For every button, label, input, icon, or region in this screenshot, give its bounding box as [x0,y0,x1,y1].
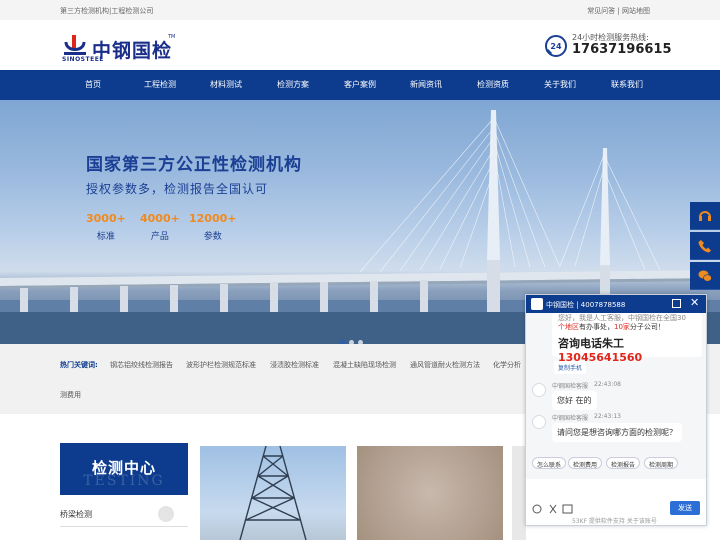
intro-end: 分子公司！ [629,323,665,331]
chat-logo-icon [531,298,543,310]
site-tagline: 第三方检测机构|工程检测公司 [60,7,154,15]
intro-line-2: 个地区有办事处，10家分子公司！ [558,322,665,332]
chat-bubble: 请问您是想咨询哪方面的检测呢？ [552,423,682,442]
float-service-button[interactable] [690,202,720,230]
nav-item-engineering[interactable]: 工程检测 [125,79,195,90]
nav-item-contact[interactable]: 联系我们 [592,79,662,90]
stat-value: 12000+ [189,212,237,225]
hot-keywords-label: 热门关键词: [60,361,98,369]
testing-center-header: TESTING 检测中心 [60,443,188,495]
nav-item-news[interactable]: 新闻资讯 [391,79,461,90]
float-wechat-button[interactable] [690,262,720,290]
intro-mid: 有办事处， [579,323,614,331]
keyword-link[interactable]: 测费用 [60,390,81,400]
logo-mark-icon [64,35,86,55]
maximize-icon[interactable] [672,299,681,308]
chat-bubble: 您好 在的 [552,391,597,410]
file-icon[interactable] [562,504,573,514]
chat-header[interactable]: 中钢国检 | 4007878588 ✕ [526,295,706,313]
keyword-link[interactable]: 通风管道耐火检测方法 [410,360,480,370]
chat-message-text: 您好 在的 [557,396,592,405]
agent-name: 中钢国检客服 [552,415,589,422]
agent-name: 中钢国检客服 [552,383,589,390]
consult-line: 咨询电话朱工13045641560 [558,335,702,364]
float-phone-button[interactable] [690,232,720,260]
stat-value: 3000+ [86,212,126,225]
hotline-number[interactable]: 17637196615 [572,42,672,57]
main-nav: 首页 工程检测 材料测试 检测方案 客户案例 新闻资讯 检测资质 关于我们 联系… [0,70,720,100]
chat-tool-icons [532,504,573,514]
carousel-dots [340,330,367,344]
nav-item-materials[interactable]: 材料测试 [191,79,261,90]
banner-title: 国家第三方公正性检测机构 [86,155,302,175]
testing-center: TESTING 检测中心 桥梁检测 [60,443,188,540]
quick-reply[interactable]: 怎么联系 [532,457,567,469]
stat-standards: 3000+ 标准 [86,212,126,242]
intro-red-b: 10家 [614,323,630,331]
stat-label: 参数 [203,232,222,242]
keyword-link[interactable]: 波形护栏检测规范标准 [186,360,256,370]
chat-widget[interactable]: 中钢国检 | 4007878588 ✕ 您好，我是人工客服，中钢国检在全国30 … [525,294,707,526]
logo-chinese: 中钢国检 [92,40,173,62]
keyword-link[interactable]: 化学分析 [493,360,521,370]
quick-reply[interactable]: 检测报告 [606,457,641,469]
nav-item-about[interactable]: 关于我们 [525,79,595,90]
chat-header-text: 中钢国检 | 4007878588 [546,301,626,309]
agent-avatar [532,383,546,397]
quick-reply[interactable]: 检测费用 [568,457,603,469]
testing-item-bridge[interactable]: 桥梁检测 [60,503,188,527]
arrow-right-icon [158,506,174,522]
phone-24h-text: 24 [550,42,562,51]
stat-parameters: 12000+ 参数 [189,212,237,242]
nav-item-qualification[interactable]: 检测资质 [458,79,528,90]
testing-title-cn: 检测中心 [91,459,156,477]
send-button[interactable]: 发送 [670,501,700,515]
top-links[interactable]: 常见问答 | 网站地图 [587,6,650,16]
phone-24h-icon: 24 [545,35,567,57]
nav-item-cases[interactable]: 客户案例 [325,79,395,90]
emoji-icon[interactable] [532,504,542,514]
message-time: 22:43:08 [594,381,621,388]
consult-label: 咨询电话朱工 [558,337,624,350]
chat-bubble-intro: 您好，我是人工客服，中钢国检在全国30 个地区有办事处，10家分子公司！ 咨询电… [552,313,702,364]
intro-red-a: 个地区 [558,323,579,331]
testing-item-label: 桥梁检测 [60,510,92,519]
keyword-link[interactable]: 混凝土缺陷现场检测 [333,360,396,370]
image-placeholder [512,446,526,540]
tower-photo[interactable] [200,446,346,540]
phone-icon [698,240,711,253]
site-logo[interactable]: SINOSTEEL 中钢国检 TM [62,34,192,64]
stat-label: 标准 [96,232,115,242]
stat-value: 4000+ [140,212,180,225]
scissors-icon[interactable] [549,504,557,514]
copy-phone-button[interactable]: 复制手机 [554,361,587,374]
chat-powered-by[interactable]: 53KF 提供软件支持 关于该账号 [572,516,657,525]
tower-lattice-image [239,446,307,540]
keyword-link[interactable]: 钢芯铝绞线检测报告 [110,360,173,370]
quick-reply[interactable]: 检测周期 [644,457,679,469]
site-header: SINOSTEEL 中钢国检 TM 24 24小时检测服务热线: 1763719… [0,20,720,70]
agent-avatar [532,415,546,429]
stat-label: 产品 [150,232,169,242]
message-time: 22:43:13 [594,413,621,420]
headset-icon [699,211,711,221]
powder-sample-photo[interactable] [357,446,503,540]
chat-messages: 您好，我是人工客服，中钢国检在全国30 个地区有办事处，10家分子公司！ 咨询电… [526,313,706,479]
banner-subtitle: 授权参数多，检测报告全国认可 [86,182,269,196]
nav-item-solutions[interactable]: 检测方案 [258,79,328,90]
logo-trademark: TM [168,34,176,40]
chat-message-text: 请问您是想咨询哪方面的检测呢？ [557,428,677,437]
close-icon[interactable]: ✕ [690,297,699,309]
nav-item-home[interactable]: 首页 [58,79,128,90]
hotline: 24 24小时检测服务热线: 17637196615 [544,32,674,62]
wechat-icon [698,270,712,282]
stat-products: 4000+ 产品 [140,212,180,242]
top-bar: 第三方检测机构|工程检测公司 常见问答 | 网站地图 [0,0,720,20]
keyword-link[interactable]: 浸渍胶检测标准 [270,360,319,370]
